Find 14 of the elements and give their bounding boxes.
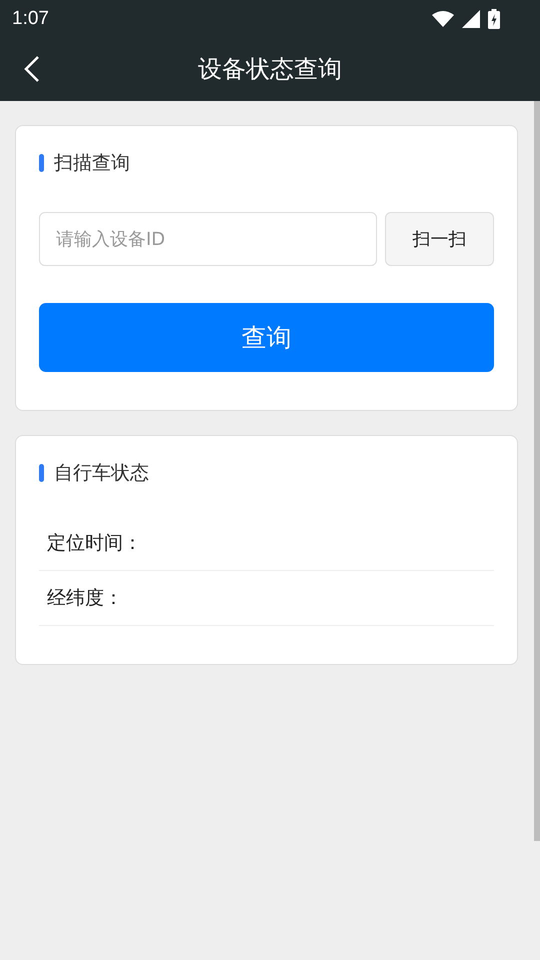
battery-icon: [488, 8, 500, 28]
page-title: 设备状态查询: [198, 54, 342, 85]
accent-bar: [39, 464, 44, 482]
wifi-icon: [432, 10, 454, 26]
section-title: 扫描查询: [54, 151, 130, 176]
status-time: 1:07: [12, 8, 49, 30]
accent-bar: [39, 154, 44, 172]
section-title: 自行车状态: [54, 461, 149, 486]
device-id-field[interactable]: 请输入设备ID: [39, 212, 377, 266]
scan-button[interactable]: 扫一扫: [385, 212, 494, 266]
query-button[interactable]: 查询: [39, 303, 494, 372]
field-label: 经纬度：: [47, 586, 123, 611]
field-label: 定位时间：: [47, 531, 142, 556]
signal-icon: [462, 10, 480, 28]
